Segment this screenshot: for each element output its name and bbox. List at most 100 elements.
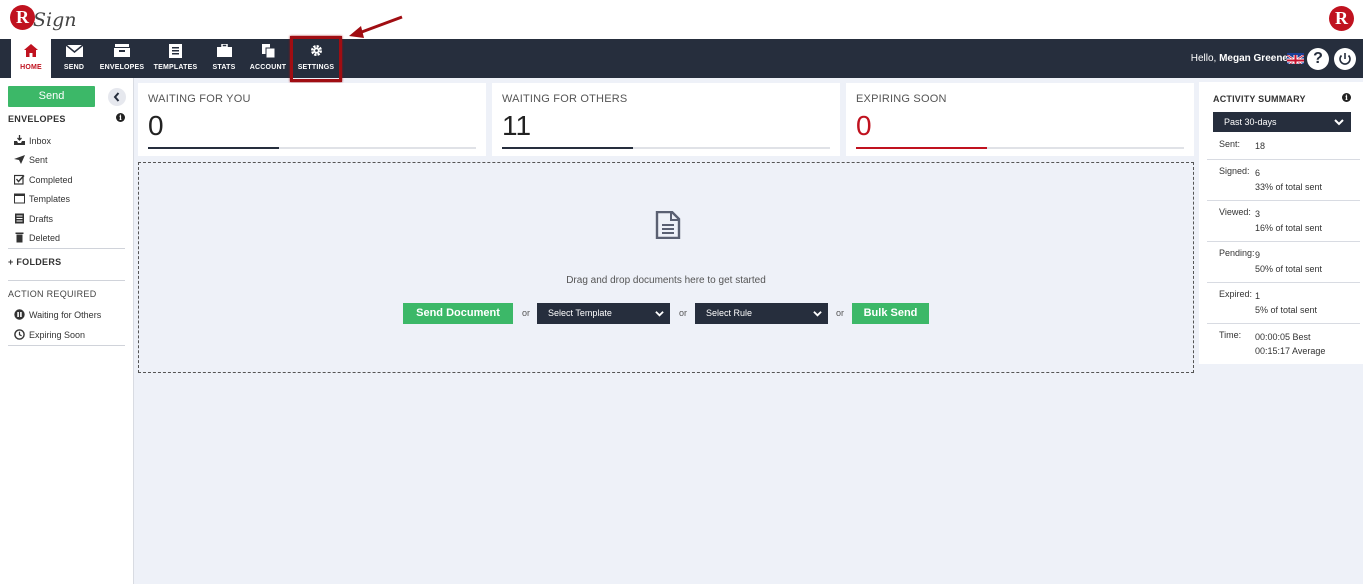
or-label: or [522, 308, 531, 318]
activity-value-line1: 6 [1255, 168, 1261, 178]
activity-key: Time: [1219, 330, 1242, 340]
sidebar-item-waiting-for-others[interactable]: Waiting for Others [14, 309, 101, 320]
select-template-dropdown[interactable]: Select Template [537, 303, 670, 324]
sidebar-item-deleted[interactable]: Deleted [14, 232, 60, 243]
nav-send-label: SEND [63, 64, 85, 71]
user-greeting: Hello, Megan Greene [1191, 53, 1288, 64]
copy-icon [248, 39, 288, 61]
card-waiting-for-others[interactable]: WAITING FOR OTHERS 11 [492, 83, 840, 156]
activity-value-line2: 50% of total sent [1255, 264, 1323, 274]
inbox-icon [14, 135, 25, 146]
nav-envelopes[interactable]: ENVELOPES [99, 39, 145, 78]
activity-value: 3 16% of total sent [1255, 207, 1322, 235]
period-label: Past 30-days [1224, 117, 1277, 127]
card-count: 0 [856, 110, 872, 141]
logo-letter: R [10, 5, 35, 30]
select-rule-dropdown[interactable]: Select Rule [695, 303, 828, 324]
collapse-sidebar-button[interactable] [108, 88, 126, 106]
pause-icon [14, 309, 25, 320]
card-expiring-soon[interactable]: EXPIRING SOON 0 [846, 83, 1194, 156]
greeting-text: Hello, [1190, 53, 1217, 64]
template-icon [14, 193, 25, 204]
nav-send[interactable]: SEND [56, 39, 92, 78]
inbox-tray-icon [99, 39, 145, 61]
nav-account-label: ACCOUNT [249, 64, 287, 71]
activity-value-line2: 33% of total sent [1255, 182, 1323, 192]
sidebar-item-templates[interactable]: Templates [14, 193, 70, 204]
nav-envelopes-label: ENVELOPES [99, 64, 145, 71]
select-template-label: Select Template [548, 308, 612, 318]
sidebar-divider [8, 345, 125, 346]
clock-icon [14, 329, 25, 340]
nav-account[interactable]: ACCOUNT [248, 39, 288, 78]
nav-stats-label: STATS [212, 64, 236, 71]
sidebar-item-label: Templates [29, 193, 71, 204]
info-icon[interactable]: i [1342, 93, 1351, 102]
sidebar-item-expiring-soon[interactable]: Expiring Soon [14, 329, 85, 340]
send-document-button[interactable]: Send Document [403, 303, 513, 324]
activity-row-sent: Sent: 18 [1207, 139, 1360, 160]
card-title: EXPIRING SOON [856, 93, 947, 105]
sidebar-item-label: Completed [29, 174, 73, 185]
activity-value: 00:00:05 Best 00:15:17 Average [1255, 330, 1325, 358]
nav-home-label: HOME [20, 64, 42, 71]
activity-row-pending: Pending: 9 50% of total sent [1207, 248, 1360, 283]
sidebar-item-sent[interactable]: Sent [14, 154, 48, 165]
main-nav: HOME SEND ENVELOPES TEMPLATES STATS ACCO… [0, 39, 1363, 78]
envelope-icon [56, 39, 92, 61]
rsign-logo[interactable]: R Sign [10, 5, 77, 35]
activity-row-time: Time: 00:00:05 Best 00:15:17 Average [1207, 330, 1360, 363]
user-name: Megan Greene [1219, 53, 1288, 64]
sidebar-send-button[interactable]: Send [8, 86, 95, 107]
folders-toggle[interactable]: + FOLDERS [8, 257, 61, 267]
sidebar-item-completed[interactable]: Completed [13, 174, 73, 185]
rpost-logo: R [1329, 6, 1354, 31]
briefcase-icon [206, 39, 242, 61]
activity-key: Pending: [1219, 248, 1255, 258]
drop-instructions: Drag and drop documents here to get star… [566, 275, 766, 286]
activity-value-line1: 3 [1255, 209, 1261, 219]
nav-stats[interactable]: STATS [206, 39, 242, 78]
envelopes-heading: ENVELOPES [8, 114, 66, 124]
info-icon[interactable]: i [116, 113, 125, 122]
sidebar-item-inbox[interactable]: Inbox [14, 135, 51, 146]
activity-value-line2: 5% of total sent [1255, 305, 1318, 315]
activity-key: Sent: [1219, 139, 1241, 149]
card-progress-track [856, 147, 1184, 149]
trash-icon [14, 232, 25, 243]
activity-row-signed: Signed: 6 33% of total sent [1207, 166, 1360, 201]
help-button[interactable]: ? [1307, 48, 1329, 70]
activity-value: 1 5% of total sent [1255, 289, 1317, 317]
nav-home[interactable]: HOME [11, 39, 51, 78]
nav-templates[interactable]: TEMPLATES [153, 39, 198, 78]
activity-summary-title: ACTIVITY SUMMARY [1213, 94, 1306, 104]
card-progress-track [148, 147, 476, 149]
card-progress-track [502, 147, 830, 149]
sidebar-divider [8, 248, 125, 249]
activity-key: Expired: [1219, 289, 1253, 299]
activity-value-line1: 1 [1255, 291, 1261, 301]
checkbox-icon [13, 174, 25, 185]
sidebar-divider [8, 280, 125, 281]
document-drop-zone[interactable]: Drag and drop documents here to get star… [138, 162, 1194, 373]
activity-value-line1: 00:00:05 Best [1255, 332, 1311, 342]
activity-row-viewed: Viewed: 3 16% of total sent [1207, 207, 1360, 242]
home-icon [11, 39, 51, 61]
chevron-down-icon [813, 311, 822, 317]
sidebar-item-drafts[interactable]: Drafts [14, 213, 53, 224]
logout-button[interactable] [1334, 48, 1356, 70]
template-icon [153, 39, 198, 61]
chevron-left-icon [113, 92, 120, 102]
card-waiting-for-you[interactable]: WAITING FOR YOU 0 [138, 83, 486, 156]
power-icon [1339, 53, 1351, 65]
sidebar-item-label: Waiting for Others [29, 309, 102, 320]
uk-flag-icon[interactable] [1287, 53, 1304, 64]
sidebar-item-label: Deleted [29, 232, 61, 243]
card-title: WAITING FOR OTHERS [502, 93, 628, 105]
activity-row-expired: Expired: 1 5% of total sent [1207, 289, 1360, 324]
period-dropdown[interactable]: Past 30-days [1213, 112, 1351, 132]
activity-value-line1: 18 [1255, 141, 1266, 151]
paper-plane-icon [14, 154, 25, 165]
action-required-heading: ACTION REQUIRED [8, 289, 97, 299]
bulk-send-button[interactable]: Bulk Send [852, 303, 929, 324]
